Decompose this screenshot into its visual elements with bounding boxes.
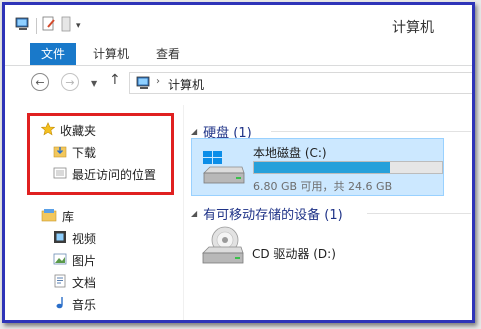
video-icon bbox=[53, 230, 67, 247]
tab-view[interactable]: 查看 bbox=[147, 43, 189, 65]
arrow-right-icon: → bbox=[65, 75, 75, 89]
computer-icon bbox=[136, 76, 152, 93]
drive-c-name: 本地磁盘 (C:) bbox=[253, 146, 327, 160]
nav-libraries-label: 库 bbox=[62, 210, 75, 224]
computer-icon[interactable] bbox=[15, 17, 31, 34]
address-bar[interactable]: › 计算机 bbox=[129, 72, 472, 94]
drive-c-tile[interactable]: 本地磁盘 (C:) 6.80 GB 可用，共 24.6 GB bbox=[191, 138, 444, 196]
up-button[interactable]: ↑ bbox=[109, 72, 121, 88]
nav-item-videos[interactable]: 视频 bbox=[53, 230, 96, 247]
drive-c-space: 6.80 GB 可用，共 24.6 GB bbox=[253, 180, 393, 193]
music-icon bbox=[53, 296, 67, 313]
drive-c-usage-bar bbox=[253, 161, 443, 174]
nav-item-music[interactable]: 音乐 bbox=[53, 296, 96, 313]
breadcrumb[interactable]: 计算机 bbox=[168, 76, 204, 93]
back-button[interactable]: ← bbox=[31, 73, 49, 91]
cd-drive-icon bbox=[199, 225, 245, 270]
nav-libraries[interactable]: 库 bbox=[41, 208, 74, 225]
arrow-left-icon: ← bbox=[35, 75, 45, 89]
drive-d-name: CD 驱动器 (D:) bbox=[252, 247, 336, 261]
pane-divider bbox=[183, 105, 184, 320]
nav-item-documents[interactable]: 文档 bbox=[53, 274, 96, 291]
forward-button[interactable]: → bbox=[61, 73, 79, 91]
properties-icon[interactable] bbox=[42, 16, 56, 35]
chevron-right-icon[interactable]: › bbox=[156, 76, 160, 87]
hard-drive-icon bbox=[200, 149, 246, 192]
document-icon bbox=[53, 274, 67, 291]
navigation-bar: ← → ▼ ↑ › 计算机 bbox=[5, 68, 472, 100]
tab-computer[interactable]: 计算机 bbox=[84, 43, 138, 65]
drive-d-tile[interactable]: CD 驱动器 (D:) bbox=[191, 221, 391, 271]
nav-item-label: 音乐 bbox=[72, 298, 97, 312]
drive-c-usage-fill bbox=[254, 162, 391, 173]
nav-item-label: 文档 bbox=[72, 276, 97, 290]
favorites-highlight-box bbox=[27, 113, 174, 195]
window-title: 计算机 bbox=[392, 20, 434, 36]
nav-item-pictures[interactable]: 图片 bbox=[53, 252, 96, 269]
group-divider bbox=[271, 131, 471, 132]
quick-access-toolbar: ▾ bbox=[15, 16, 81, 35]
group-divider bbox=[367, 213, 471, 214]
collapse-caret-icon[interactable]: ◢ bbox=[191, 127, 197, 136]
collapse-caret-icon[interactable]: ◢ bbox=[191, 209, 197, 218]
nav-item-label: 视频 bbox=[72, 232, 97, 246]
new-folder-icon[interactable] bbox=[61, 16, 71, 35]
ribbon-tabs: 文件 计算机 查看 bbox=[5, 43, 472, 66]
title-bar: ▾ 计算机 bbox=[5, 5, 472, 41]
recent-locations-dropdown[interactable]: ▼ bbox=[91, 79, 97, 88]
chevron-down-icon[interactable]: ▾ bbox=[76, 21, 81, 31]
picture-icon bbox=[53, 252, 67, 269]
arrow-up-icon: ↑ bbox=[109, 72, 121, 88]
toolbar-separator bbox=[36, 17, 37, 34]
tab-file[interactable]: 文件 bbox=[30, 43, 77, 65]
explorer-window: ▾ 计算机 文件 计算机 查看 ← → ▼ ↑ › 计算机 收藏夹 下载 最近访… bbox=[2, 2, 475, 323]
nav-item-label: 图片 bbox=[72, 254, 97, 268]
library-icon bbox=[41, 208, 57, 225]
